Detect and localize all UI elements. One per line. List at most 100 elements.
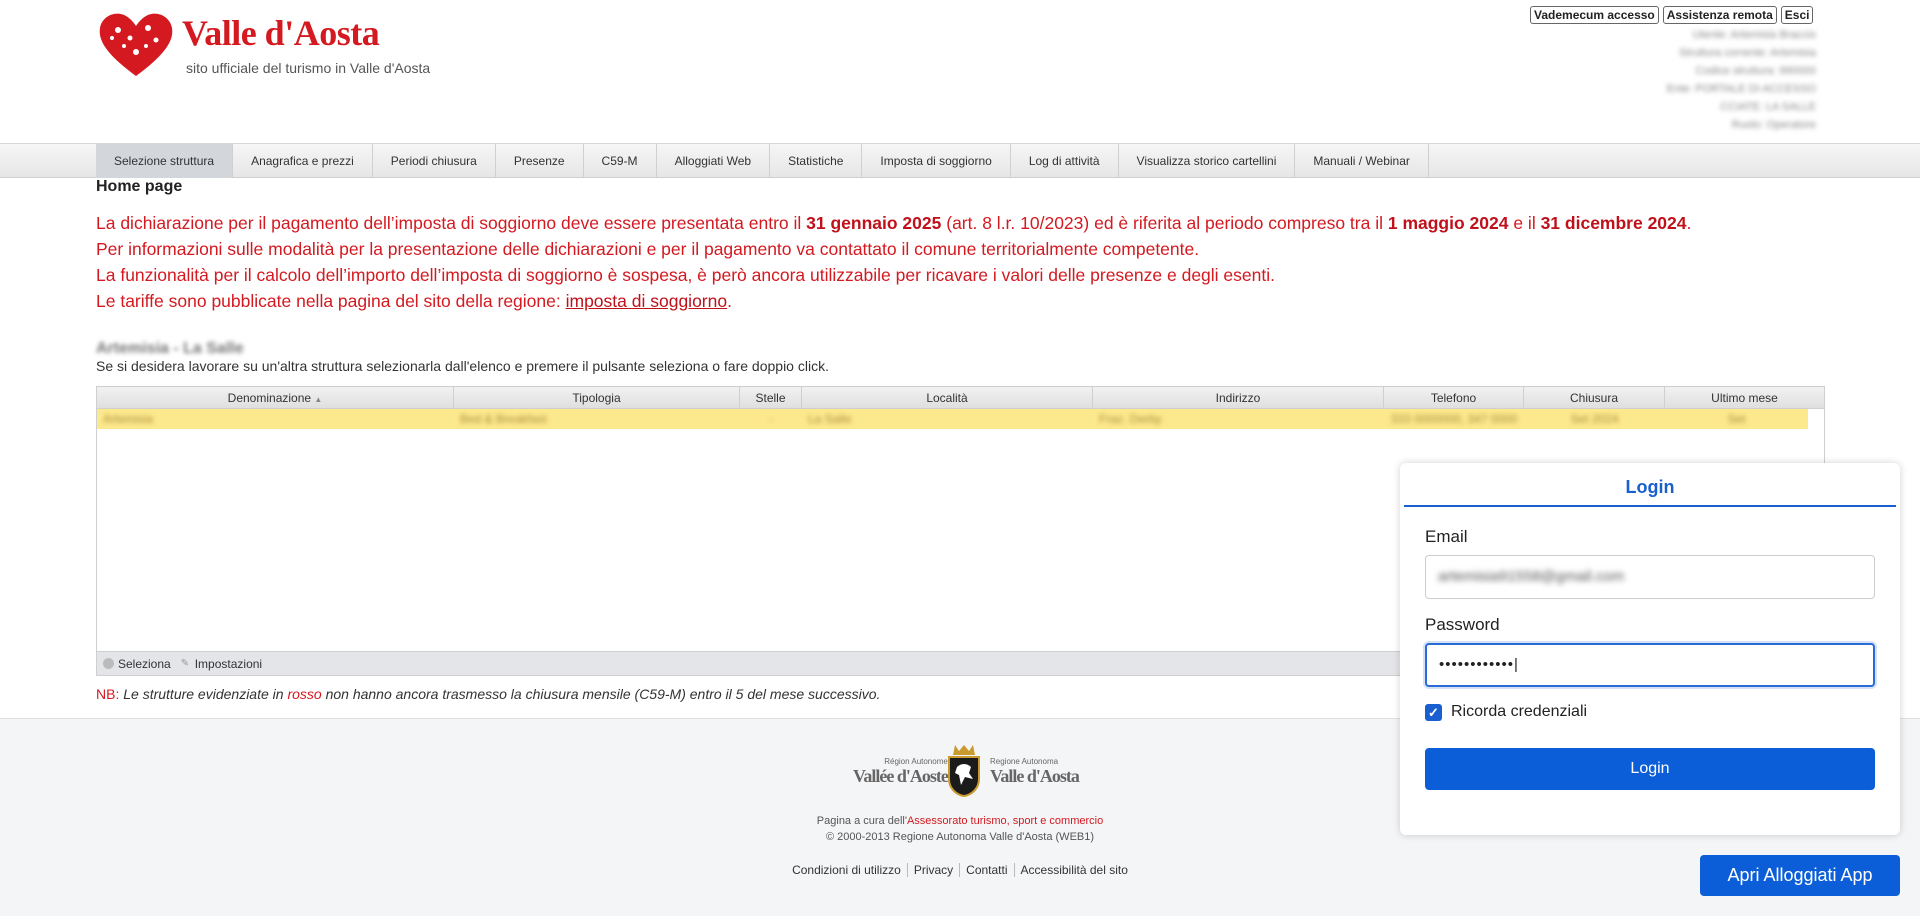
cell-chiusura: Set 2024: [1570, 412, 1619, 426]
nb-label: NB:: [96, 686, 120, 702]
tab-c59m[interactable]: C59-M: [584, 144, 657, 178]
current-structure-name: Artemisia - La Salle: [96, 340, 244, 357]
login-button[interactable]: Login: [1425, 748, 1875, 790]
user-info: Utente: Artemisia Braccio Struttura corr…: [1667, 26, 1816, 134]
tab-log-attivita[interactable]: Log di attività: [1011, 144, 1119, 178]
main-nav: Selezione struttura Anagrafica e prezzi …: [0, 143, 1920, 178]
notice-period-end: 31 dicembre 2024: [1540, 213, 1687, 233]
grid-header: Denominazione ▲ Tipologia Stelle Localit…: [97, 387, 1824, 409]
user-info-line: Ruolo: Operatore: [1731, 119, 1816, 131]
notice-period-start: 1 maggio 2024: [1387, 213, 1509, 233]
tab-anagrafica-prezzi[interactable]: Anagrafica e prezzi: [233, 144, 373, 178]
user-info-line: Ente: PORTALE DI ACCESSO: [1666, 83, 1816, 95]
notice-line-2: Per informazioni sulle modalità per la p…: [96, 239, 1200, 259]
notice-text: Le tariffe sono pubblicate nella pagina …: [96, 291, 566, 311]
col-ultimo-mese[interactable]: Ultimo mese: [1665, 387, 1824, 408]
notice-line-1: La dichiarazione per il pagamento dell’i…: [96, 210, 1826, 236]
terms-link[interactable]: Condizioni di utilizzo: [786, 863, 908, 877]
tax-notice: La dichiarazione per il pagamento dell’i…: [96, 210, 1826, 314]
nav-tabs: Selezione struttura Anagrafica e prezzi …: [96, 144, 1429, 178]
notice-text: La dichiarazione per il pagamento dell’i…: [96, 213, 807, 233]
cell-ultimo-mese: Set: [1727, 412, 1746, 426]
settings-label: Impostazioni: [194, 656, 263, 671]
table-row[interactable]: Artemisia Bed & Breakfast - La Salle Fra…: [97, 409, 1808, 429]
region-label-big: Valle d'Aosta: [990, 766, 1080, 786]
cell-localita: La Salle: [808, 412, 852, 426]
heart-logo-icon[interactable]: [96, 10, 176, 80]
login-title: Login: [1404, 473, 1896, 507]
nb-red-word: rosso: [287, 686, 322, 702]
pencil-icon: ✎: [180, 657, 190, 669]
open-alloggiati-app-button[interactable]: Apri Alloggiati App: [1700, 855, 1900, 896]
tab-storico-cartellini[interactable]: Visualizza storico cartellini: [1119, 144, 1296, 178]
tab-imposta-soggiorno[interactable]: Imposta di soggiorno: [862, 144, 1011, 178]
brand-tagline: sito ufficiale del turismo in Valle d'Ao…: [186, 60, 431, 76]
password-value: ••••••••••••: [1439, 656, 1515, 673]
privacy-link[interactable]: Privacy: [907, 863, 961, 877]
sort-asc-icon: ▲: [314, 395, 323, 404]
site-header: Valle d'Aosta sito ufficiale del turismo…: [0, 0, 1920, 142]
cell-telefono: 333 0000000, 347 0000: [1390, 412, 1518, 426]
col-chiusura[interactable]: Chiusura: [1524, 387, 1665, 408]
contacts-link[interactable]: Contatti: [960, 863, 1015, 877]
footer-links: Condizioni di utilizzo Privacy Contatti Acc…: [0, 863, 1920, 877]
password-label: Password: [1425, 615, 1500, 634]
check-circle-icon: [103, 658, 114, 669]
logout-button[interactable]: Esci: [1780, 6, 1814, 24]
vademecum-button[interactable]: Vademecum accesso: [1530, 6, 1659, 24]
region-name-it: Regione Autonoma Valle d'Aosta: [990, 757, 1080, 787]
cell-denominazione: Artemisia: [103, 412, 154, 426]
region-label-small: Région Autonome: [884, 757, 948, 766]
tab-alloggiati-web[interactable]: Alloggiati Web: [657, 144, 771, 178]
col-stelle[interactable]: Stelle: [740, 387, 802, 408]
accessibility-link[interactable]: Accessibilità del sito: [1015, 863, 1134, 877]
tab-periodi-chiusura[interactable]: Periodi chiusura: [373, 144, 496, 178]
password-field[interactable]: ••••••••••••|: [1425, 643, 1875, 687]
main-content: Home page La dichiarazione per il pagame…: [96, 178, 1826, 374]
notice-text: e il: [1508, 213, 1541, 233]
user-info-line: Struttura corrente: Artemisia: [1679, 47, 1816, 59]
credit-text: Pagina a cura dell': [816, 815, 907, 827]
nb-note: NB: Le strutture evidenziate in rosso no…: [96, 686, 880, 702]
nb-text: non hanno ancora trasmesso la chiusura m…: [321, 686, 881, 702]
col-label: Denominazione: [227, 391, 312, 405]
assessorato-link[interactable]: Assessorato turismo, sport e commercio: [907, 815, 1103, 827]
remember-label: Ricorda credenziali: [1451, 703, 1588, 720]
email-value: artemisia91558@gmail.com: [1438, 568, 1625, 585]
user-info-line: Codice struttura: 990000: [1695, 65, 1816, 77]
page-title: Home page: [96, 178, 183, 195]
tab-manuali-webinar[interactable]: Manuali / Webinar: [1295, 144, 1429, 178]
col-tipologia[interactable]: Tipologia: [454, 387, 740, 408]
nb-text: Le strutture evidenziate in: [119, 686, 288, 702]
col-indirizzo[interactable]: Indirizzo: [1093, 387, 1384, 408]
select-label: Seleziona: [118, 656, 171, 671]
notice-text: .: [727, 291, 732, 311]
tab-selezione-struttura[interactable]: Selezione struttura: [96, 144, 234, 178]
remember-credentials[interactable]: ✓ Ricorda credenziali: [1425, 703, 1587, 721]
cell-indirizzo: Fraz. Derby: [1099, 412, 1162, 426]
top-links: Vademecum accesso Assistenza remota Esci: [1530, 6, 1814, 24]
notice-line-4: Le tariffe sono pubblicate nella pagina …: [96, 288, 1826, 314]
email-label: Email: [1425, 527, 1468, 546]
remember-checkbox[interactable]: ✓: [1425, 703, 1442, 721]
brand-title[interactable]: Valle d'Aosta: [182, 12, 380, 54]
notice-text: (art. 8 l.r. 10/2023) ed è riferita al p…: [941, 213, 1388, 233]
cell-tipologia: Bed & Breakfast: [460, 412, 547, 426]
col-telefono[interactable]: Telefono: [1384, 387, 1524, 408]
settings-button[interactable]: ✎ Impostazioni: [181, 657, 262, 671]
login-panel: Login Email artemisia91558@gmail.com Pas…: [1400, 463, 1900, 835]
region-name-fr: Région Autonome Vallée d'Aoste: [853, 757, 949, 787]
remote-assistance-button[interactable]: Assistenza remota: [1662, 6, 1777, 24]
col-denominazione[interactable]: Denominazione ▲: [97, 387, 454, 408]
tab-statistiche[interactable]: Statistiche: [770, 144, 863, 178]
notice-text: .: [1686, 213, 1692, 233]
imposta-soggiorno-link[interactable]: imposta di soggiorno: [566, 291, 727, 311]
email-field[interactable]: artemisia91558@gmail.com: [1425, 555, 1875, 599]
tab-presenze[interactable]: Presenze: [496, 144, 584, 178]
region-label-small: Regione Autonoma: [990, 757, 1059, 766]
structure-help-text: Se si desidera lavorare su un'altra stru…: [96, 358, 829, 374]
select-button[interactable]: Seleziona: [103, 657, 171, 671]
notice-line-3: La funzionalità per il calcolo dell’impo…: [96, 265, 1275, 285]
col-localita[interactable]: Località: [802, 387, 1093, 408]
region-label-big: Vallée d'Aoste: [853, 766, 949, 786]
